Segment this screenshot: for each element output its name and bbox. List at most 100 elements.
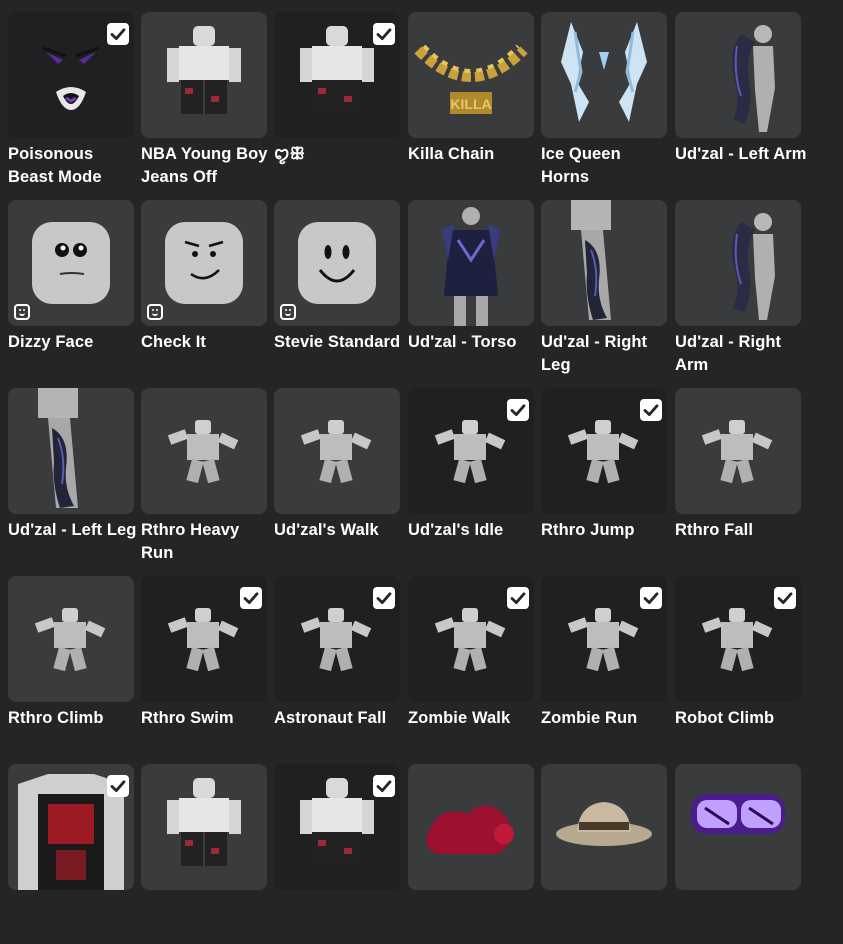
item-card[interactable]: Rthro Swim <box>141 576 267 756</box>
fedora-hat-icon <box>556 802 652 846</box>
item-card[interactable]: Ud'zal - Right Leg <box>541 200 667 380</box>
avatar-pants-icon <box>167 778 241 866</box>
item-card[interactable]: Zombie Walk <box>408 576 534 756</box>
item-thumbnail[interactable] <box>675 12 801 138</box>
mannequin-leg-icon <box>571 200 611 320</box>
avatar-pants-icon <box>167 26 241 114</box>
item-name: Rthro Heavy Run <box>141 521 240 562</box>
item-thumbnail[interactable] <box>541 764 667 890</box>
svg-text:KILLA: KILLA <box>450 96 491 112</box>
item-name: NBA Young Boy Jeans Off <box>141 145 268 186</box>
selected-checkbox[interactable] <box>107 775 129 797</box>
item-card[interactable]: Rthro Fall <box>675 388 801 568</box>
item-card[interactable] <box>274 764 400 944</box>
item-thumbnail[interactable] <box>8 576 134 702</box>
armored-torso-icon <box>442 207 500 326</box>
item-name: Killa Chain <box>408 145 495 163</box>
item-thumbnail[interactable] <box>141 200 267 326</box>
ice-horns-icon <box>561 22 647 122</box>
face-badge-icon <box>280 304 296 320</box>
neon-glasses-icon <box>691 794 785 834</box>
selected-checkbox[interactable] <box>507 587 529 609</box>
item-card[interactable]: Ud'zal - Torso <box>408 200 534 380</box>
item-card[interactable] <box>408 764 534 944</box>
item-name: Robot Climb <box>675 709 775 727</box>
item-name: Ud'zal - Left Arm <box>675 145 807 163</box>
mannequin-leg-icon <box>38 388 78 508</box>
mannequin-arm-icon <box>732 25 775 132</box>
item-card[interactable]: Robot Climb <box>675 576 801 756</box>
item-thumbnail[interactable] <box>541 12 667 138</box>
item-card[interactable]: Ud'zal - Right Arm <box>675 200 801 380</box>
item-card[interactable]: Rthro Heavy Run <box>141 388 267 568</box>
item-card[interactable]: Dizzy Face <box>8 200 134 380</box>
checkmark-icon <box>643 404 659 416</box>
item-thumbnail[interactable] <box>141 764 267 890</box>
item-card[interactable]: Zombie Run <box>541 576 667 756</box>
selected-checkbox[interactable] <box>373 775 395 797</box>
item-name: Astronaut Fall <box>274 709 387 727</box>
item-card[interactable]: Rthro Jump <box>541 388 667 568</box>
item-thumbnail[interactable] <box>675 200 801 326</box>
selected-checkbox[interactable] <box>507 399 529 421</box>
item-card[interactable]: KILLA Killa Chain <box>408 12 534 192</box>
item-thumbnail[interactable] <box>675 764 801 890</box>
face-badge-icon <box>147 304 163 320</box>
item-card[interactable]: Ice Queen Horns <box>541 12 667 192</box>
checkmark-icon <box>376 28 392 40</box>
selected-checkbox[interactable] <box>373 587 395 609</box>
selected-checkbox[interactable] <box>640 587 662 609</box>
item-thumbnail[interactable]: KILLA <box>408 12 534 138</box>
item-card[interactable] <box>541 764 667 944</box>
item-name: Dizzy Face <box>8 333 94 351</box>
checkmark-icon <box>510 592 526 604</box>
item-card[interactable]: Ud'zal - Left Leg <box>8 388 136 568</box>
animation-figure-icon <box>300 420 372 484</box>
item-card[interactable]: ꨄ︎ꕥ <box>274 12 400 192</box>
item-thumbnail[interactable] <box>541 200 667 326</box>
item-card[interactable]: Poisonous Beast Mode <box>8 12 134 192</box>
item-name: Stevie Standard <box>274 333 401 351</box>
item-card[interactable] <box>141 764 267 944</box>
item-card[interactable]: Check It <box>141 200 267 380</box>
item-name: Ud'zal - Right Arm <box>675 333 782 374</box>
item-card[interactable]: Ud'zal - Left Arm <box>675 12 806 192</box>
item-name: Ud'zal - Left Leg <box>8 521 137 539</box>
item-thumbnail[interactable] <box>675 388 801 514</box>
animation-figure-icon <box>167 420 239 484</box>
item-name: Rthro Climb <box>8 709 104 727</box>
item-thumbnail[interactable] <box>274 200 400 326</box>
item-card[interactable]: Stevie Standard <box>274 200 400 380</box>
item-thumbnail[interactable] <box>408 764 534 890</box>
item-card[interactable]: Astronaut Fall <box>274 576 400 756</box>
item-card[interactable]: Ud'zal's Walk <box>274 388 400 568</box>
item-card[interactable] <box>675 764 801 944</box>
item-name: Ice Queen Horns <box>541 145 621 186</box>
selected-checkbox[interactable] <box>373 23 395 45</box>
item-card[interactable]: Ud'zal's Idle <box>408 388 534 568</box>
item-name: Ud'zal's Idle <box>408 521 504 539</box>
face-badge-icon <box>14 304 30 320</box>
item-name: Check It <box>141 333 206 351</box>
item-card[interactable]: NBA Young Boy Jeans Off <box>141 12 267 192</box>
item-card[interactable] <box>8 764 134 944</box>
selected-checkbox[interactable] <box>774 587 796 609</box>
item-thumbnail[interactable] <box>8 200 134 326</box>
item-card[interactable]: Rthro Climb <box>8 576 134 756</box>
gold-chain-icon: KILLA <box>414 44 528 114</box>
checkmark-icon <box>243 592 259 604</box>
item-name: Poisonous Beast Mode <box>8 145 102 186</box>
checkmark-icon <box>643 592 659 604</box>
item-thumbnail[interactable] <box>141 388 267 514</box>
item-name: Zombie Walk <box>408 709 511 727</box>
item-thumbnail[interactable] <box>274 388 400 514</box>
item-name: Ud'zal - Torso <box>408 333 517 351</box>
item-thumbnail[interactable] <box>408 200 534 326</box>
selected-checkbox[interactable] <box>240 587 262 609</box>
item-name: Ud'zal's Walk <box>274 521 379 539</box>
selected-checkbox[interactable] <box>107 23 129 45</box>
selected-checkbox[interactable] <box>640 399 662 421</box>
item-thumbnail[interactable] <box>141 12 267 138</box>
checkmark-icon <box>110 780 126 792</box>
item-thumbnail[interactable] <box>8 388 134 514</box>
